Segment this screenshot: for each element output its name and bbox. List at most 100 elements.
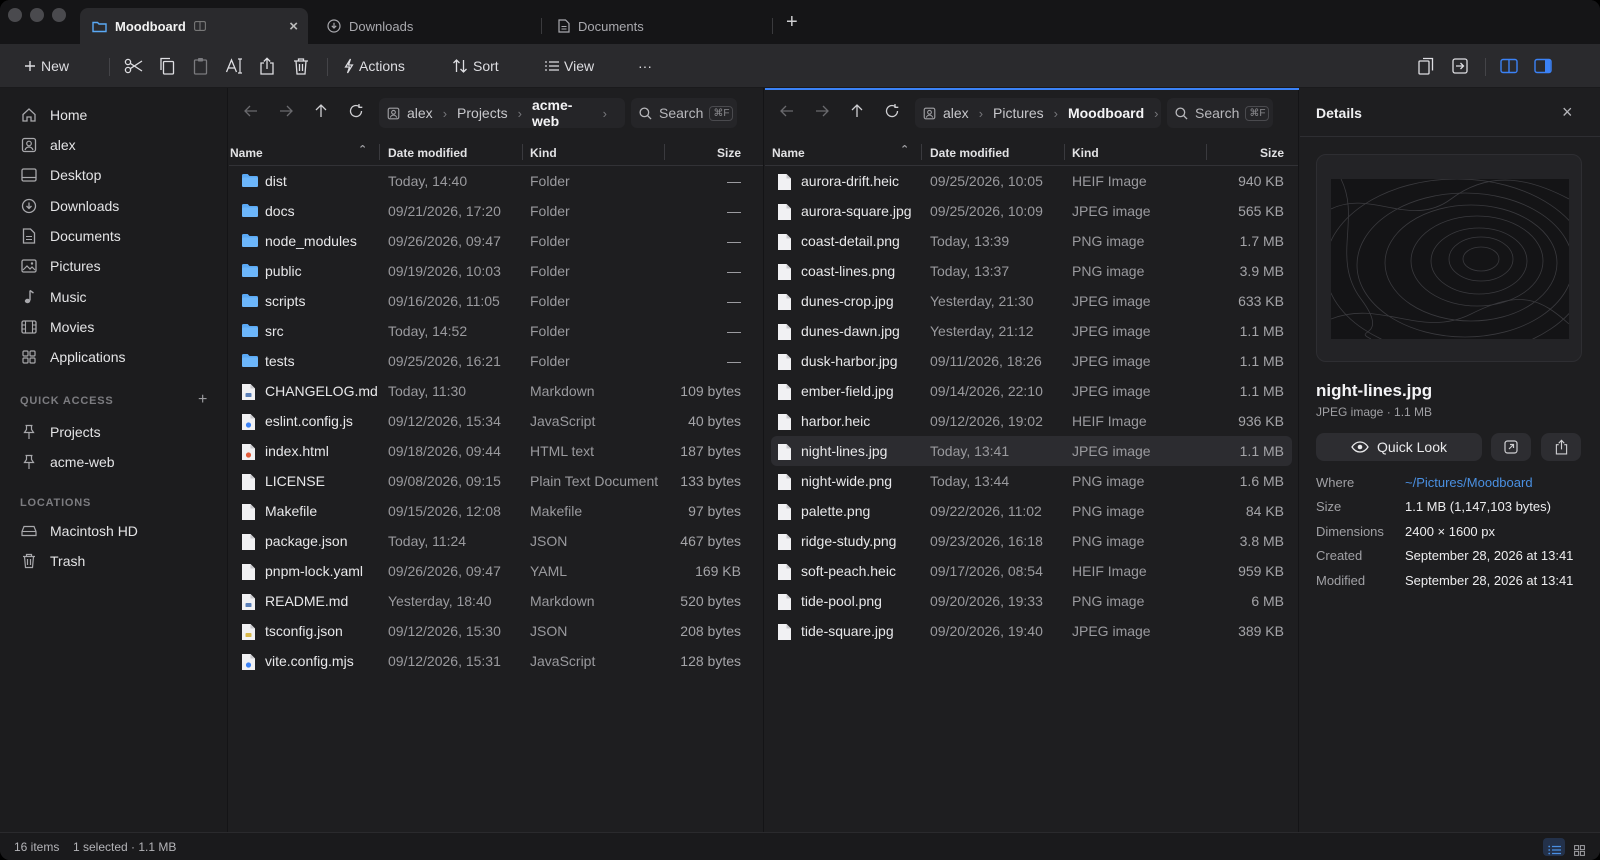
refresh-icon[interactable]: [348, 103, 364, 119]
sidebar-item-pictures[interactable]: Pictures: [20, 252, 101, 280]
table-row[interactable]: node_modules 09/26/2026, 09:47 Folder —: [229, 226, 763, 256]
sidebar-item-movies[interactable]: Movies: [20, 313, 94, 341]
tab-documents[interactable]: Documents: [546, 8, 766, 44]
sidebar-item-downloads[interactable]: Downloads: [20, 192, 119, 220]
column-divider[interactable]: [379, 144, 380, 160]
table-row[interactable]: pnpm-lock.yaml 09/26/2026, 09:47 YAML 169 K…: [229, 556, 763, 586]
table-row[interactable]: harbor.heic 09/12/2026, 19:02 HEIF Image 93…: [765, 406, 1298, 436]
up-arrow-icon[interactable]: [849, 103, 865, 119]
column-kind[interactable]: Kind: [1072, 146, 1099, 160]
up-arrow-icon[interactable]: [313, 103, 329, 119]
sidebar-item-desktop[interactable]: Desktop: [20, 161, 101, 189]
table-row[interactable]: index.html 09/18/2026, 09:44 HTML text 187 …: [229, 436, 763, 466]
tab-moodboard[interactable]: Moodboard ×: [80, 8, 308, 44]
breadcrumb-current[interactable]: acme-web: [532, 97, 593, 129]
quick-look-button[interactable]: Quick Look: [1316, 433, 1482, 461]
table-row[interactable]: dusk-harbor.jpg 09/11/2026, 18:26 JPEG ima…: [765, 346, 1298, 376]
column-kind[interactable]: Kind: [530, 146, 557, 160]
new-button[interactable]: New: [24, 44, 69, 88]
close-tab-button[interactable]: ×: [289, 18, 298, 35]
split-view-icon[interactable]: [193, 21, 206, 31]
zoom-window-button[interactable]: [52, 8, 66, 22]
actions-button[interactable]: Actions: [344, 44, 405, 88]
copy-button[interactable]: [159, 44, 175, 88]
table-row[interactable]: LICENSE 09/08/2026, 09:15 Plain Text Docum…: [229, 466, 763, 496]
breadcrumb-item[interactable]: alex: [407, 105, 433, 121]
table-row[interactable]: docs 09/21/2026, 17:20 Folder —: [229, 196, 763, 226]
table-row[interactable]: night-wide.png Today, 13:44 PNG image 1.6 M…: [765, 466, 1298, 496]
sidebar-item-acme-web[interactable]: acme-web: [20, 448, 115, 476]
refresh-icon[interactable]: [884, 103, 900, 119]
table-row[interactable]: coast-detail.png Today, 13:39 PNG image 1.7…: [765, 226, 1298, 256]
table-row[interactable]: tests 09/25/2026, 16:21 Folder —: [229, 346, 763, 376]
table-row[interactable]: README.md Yesterday, 18:40 Markdown 520 byt…: [229, 586, 763, 616]
column-name[interactable]: Name: [230, 146, 263, 160]
open-external-button[interactable]: [1491, 433, 1531, 461]
list-view-toggle[interactable]: [1543, 838, 1565, 856]
table-row[interactable]: ridge-study.png 09/23/2026, 16:18 PNG imag…: [765, 526, 1298, 556]
table-row[interactable]: package.json Today, 11:24 JSON 467 bytes: [229, 526, 763, 556]
column-date-modified[interactable]: Date modified: [388, 146, 467, 160]
table-row[interactable]: coast-lines.png Today, 13:37 PNG image 3.9 …: [765, 256, 1298, 286]
table-row[interactable]: tide-square.jpg 09/20/2026, 19:40 JPEG ima…: [765, 616, 1298, 646]
sidebar-item-trash[interactable]: Trash: [20, 547, 85, 575]
sidebar-item-home[interactable]: Home: [20, 101, 87, 129]
forward-arrow-icon[interactable]: [278, 103, 294, 119]
table-row[interactable]: src Today, 14:52 Folder —: [229, 316, 763, 346]
table-row[interactable]: soft-peach.heic 09/17/2026, 08:54 HEIF Ima…: [765, 556, 1298, 586]
rename-button[interactable]: [225, 44, 245, 88]
tab-downloads[interactable]: Downloads: [315, 8, 535, 44]
column-divider[interactable]: [921, 144, 922, 160]
column-divider[interactable]: [522, 144, 523, 160]
sidebar-item-documents[interactable]: Documents: [20, 222, 121, 250]
sidebar-item-macintosh-hd[interactable]: Macintosh HD: [20, 517, 138, 545]
table-row[interactable]: night-lines.jpg Today, 13:41 JPEG image 1.1…: [771, 436, 1292, 466]
details-panel-toggle[interactable]: [1534, 44, 1552, 88]
image-preview[interactable]: [1316, 154, 1582, 362]
table-row[interactable]: dunes-dawn.jpg Yesterday, 21:12 JPEG image…: [765, 316, 1298, 346]
minimize-window-button[interactable]: [30, 8, 44, 22]
add-quick-access-button[interactable]: +: [198, 391, 207, 409]
column-size[interactable]: Size: [1260, 146, 1284, 160]
column-size[interactable]: Size: [717, 146, 741, 160]
breadcrumb-item[interactable]: Pictures: [993, 105, 1044, 121]
delete-button[interactable]: [293, 44, 309, 88]
cut-button[interactable]: [124, 44, 144, 88]
table-row[interactable]: public 09/19/2026, 10:03 Folder —: [229, 256, 763, 286]
table-row[interactable]: dunes-crop.jpg Yesterday, 21:30 JPEG image…: [765, 286, 1298, 316]
close-window-button[interactable]: [8, 8, 22, 22]
move-to-other-pane-button[interactable]: [1452, 44, 1468, 88]
sidebar-item-applications[interactable]: Applications: [20, 343, 126, 371]
table-row[interactable]: Makefile 09/15/2026, 12:08 Makefile 97 byte…: [229, 496, 763, 526]
table-row[interactable]: vite.config.mjs 09/12/2026, 15:31 JavaScri…: [229, 646, 763, 676]
table-row[interactable]: ember-field.jpg 09/14/2026, 22:10 JPEG ima…: [765, 376, 1298, 406]
where-link[interactable]: ~/Pictures/Moodboard: [1405, 475, 1533, 490]
column-divider[interactable]: [1206, 144, 1207, 160]
table-row[interactable]: tide-pool.png 09/20/2026, 19:33 PNG image 6…: [765, 586, 1298, 616]
share-details-button[interactable]: [1541, 433, 1581, 461]
table-row[interactable]: scripts 09/16/2026, 11:05 Folder —: [229, 286, 763, 316]
search-input[interactable]: Search ⌘F: [631, 98, 737, 128]
grid-view-toggle[interactable]: [1568, 838, 1590, 856]
close-details-button[interactable]: ×: [1562, 102, 1573, 123]
sort-button[interactable]: Sort: [452, 44, 499, 88]
share-button[interactable]: [259, 44, 275, 88]
sidebar-item-music[interactable]: Music: [20, 283, 87, 311]
sidebar-item-alex[interactable]: alex: [20, 131, 76, 159]
sidebar-item-projects[interactable]: Projects: [20, 418, 101, 446]
back-arrow-icon[interactable]: [779, 103, 795, 119]
column-date-modified[interactable]: Date modified: [930, 146, 1009, 160]
table-row[interactable]: dist Today, 14:40 Folder —: [229, 166, 763, 196]
table-row[interactable]: palette.png 09/22/2026, 11:02 PNG image 84 …: [765, 496, 1298, 526]
column-name[interactable]: Name: [772, 146, 805, 160]
view-button[interactable]: View: [545, 44, 594, 88]
back-arrow-icon[interactable]: [243, 103, 259, 119]
column-divider[interactable]: [664, 144, 665, 160]
more-button[interactable]: ···: [638, 44, 652, 88]
table-row[interactable]: tsconfig.json 09/12/2026, 15:30 JSON 208 by…: [229, 616, 763, 646]
breadcrumb-item[interactable]: alex: [943, 105, 969, 121]
dual-pane-toggle[interactable]: [1500, 44, 1518, 88]
new-tab-button[interactable]: +: [786, 11, 798, 34]
breadcrumb-current[interactable]: Moodboard: [1068, 105, 1144, 121]
table-row[interactable]: aurora-square.jpg 09/25/2026, 10:09 JPEG i…: [765, 196, 1298, 226]
